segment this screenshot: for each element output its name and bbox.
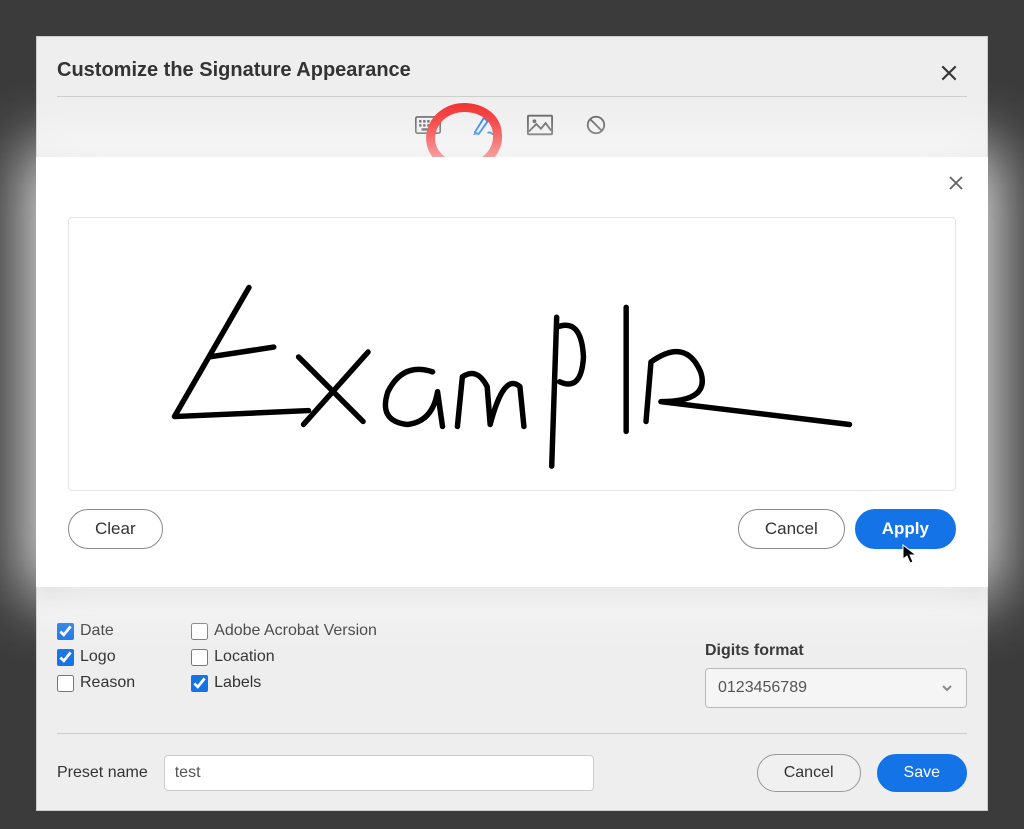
tab-none[interactable] [579,111,613,139]
tab-type[interactable] [411,111,445,139]
checkbox-adobe-version-input[interactable] [191,623,208,640]
signature-drawing [69,218,955,490]
checkbox-labels-input[interactable] [191,675,208,692]
preset-row: Preset name Cancel Save [57,733,967,792]
draw-signature-panel: Clear Cancel Apply [36,157,988,587]
dialog-divider [57,96,967,97]
checkbox-date[interactable]: Date [57,622,135,640]
checkbox-labels-label: Labels [214,674,261,692]
digits-format-label: Digits format [705,642,967,660]
chevron-down-icon [940,681,954,695]
tab-image[interactable] [523,111,557,139]
close-icon [947,174,965,192]
checkbox-date-input[interactable] [57,623,74,640]
clear-button[interactable]: Clear [68,509,163,549]
checkbox-logo-input[interactable] [57,649,74,666]
right-panel: Digits format 0123456789 [705,622,967,708]
checkbox-location[interactable]: Location [191,648,377,666]
image-icon [527,114,553,136]
draw-panel-buttons: Clear Cancel Apply [68,509,956,549]
dialog-cancel-button[interactable]: Cancel [757,754,861,792]
checkbox-date-label: Date [80,622,114,640]
dialog-close-button[interactable] [935,59,963,87]
lower-form: Date Logo Reason Adobe Acrobat Version L… [57,622,967,792]
close-icon [939,63,959,83]
digits-format-select[interactable]: 0123456789 [705,668,967,708]
signature-canvas[interactable] [68,217,956,491]
tab-draw[interactable] [467,111,501,139]
none-icon [583,114,609,136]
draw-cancel-button[interactable]: Cancel [738,509,845,549]
checkbox-adobe-version-label: Adobe Acrobat Version [214,622,377,640]
checkbox-location-label: Location [214,648,275,666]
checkbox-reason[interactable]: Reason [57,674,135,692]
checkbox-logo-label: Logo [80,648,116,666]
preset-name-label: Preset name [57,764,148,782]
draw-icon [471,114,497,136]
checkbox-adobe-version[interactable]: Adobe Acrobat Version [191,622,377,640]
dialog-title: Customize the Signature Appearance [57,59,967,82]
checkbox-logo[interactable]: Logo [57,648,135,666]
checkbox-reason-label: Reason [80,674,135,692]
draw-panel-close-button[interactable] [944,171,968,195]
checkbox-location-input[interactable] [191,649,208,666]
dialog-save-button[interactable]: Save [877,754,967,792]
digits-format-value: 0123456789 [718,679,807,697]
signature-mode-tabs [57,111,967,139]
checkbox-labels[interactable]: Labels [191,674,377,692]
checkbox-reason-input[interactable] [57,675,74,692]
apply-button[interactable]: Apply [855,509,956,549]
preset-name-input[interactable] [164,755,594,791]
keyboard-icon [415,114,441,136]
